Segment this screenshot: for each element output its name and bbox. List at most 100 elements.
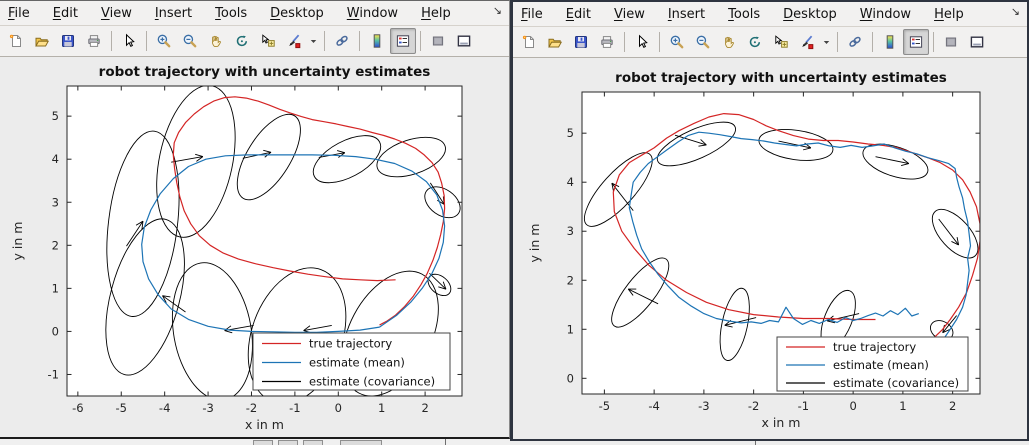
y-tick-label: 1 [52,281,59,295]
save-figure-button[interactable] [568,29,594,55]
menu-help[interactable]: Help [421,6,451,21]
hand-icon [721,34,737,50]
menu-insert[interactable]: Insert [155,6,192,21]
open-folder-icon [547,34,563,50]
zoom-in-button[interactable] [151,28,177,54]
dock-figure-arrow-icon[interactable]: ↘ [1011,5,1020,18]
x-tick-label: -4 [648,399,659,413]
pointer-button[interactable] [629,29,655,55]
toolbar-separator [420,31,421,51]
insert-colorbar-button[interactable] [364,28,390,54]
x-axis-label: x in m [245,417,284,432]
background-widget [303,440,323,445]
x-tick-label: -1 [289,401,300,415]
x-tick-label: -3 [202,401,213,415]
rotate-3d-button[interactable] [742,29,768,55]
menu-file[interactable]: File [521,7,543,22]
pan-button[interactable] [203,28,229,54]
legend-label: true trajectory [833,340,916,354]
menu-window[interactable]: Window [860,7,911,22]
print-figure-button[interactable] [81,28,107,54]
figure-area[interactable]: -5-4-3-2-1012012345robot trajectory with… [513,58,1027,439]
pan-button[interactable] [716,29,742,55]
data-cursor-button[interactable] [768,29,794,55]
zoom-in-icon [156,33,172,49]
menu-tools[interactable]: Tools [728,7,760,22]
menu-view[interactable]: View [101,6,132,21]
data-cursor-icon [260,33,276,49]
brush-menu-caret[interactable] [820,29,833,55]
legend[interactable]: true trajectory estimate (mean) estimate (… [777,337,968,391]
chain-link-icon [334,33,350,49]
figure-area[interactable]: -6-5-4-3-2-1012-1012345robot trajectory … [0,57,509,437]
dock-figure-arrow-icon[interactable]: ↘ [493,4,502,17]
print-figure-button[interactable] [594,29,620,55]
toolbar-separator [933,32,934,52]
zoom-out-button[interactable] [177,28,203,54]
toolbar [0,26,509,57]
pointer-arrow-icon [634,34,650,50]
zoom-out-button[interactable] [690,29,716,55]
menu-tools[interactable]: Tools [215,6,247,21]
plot-title: robot trajectory with uncertainty estima… [615,70,947,86]
hide-plot-tools-button[interactable] [938,29,964,55]
legend[interactable]: true trajectoryestimate (mean)estimate (… [253,333,450,390]
save-figure-button[interactable] [55,28,81,54]
menu-view[interactable]: View [614,7,645,22]
toolbar-separator [659,32,660,52]
legend-label: estimate (covariance) [309,375,435,389]
open-file-button[interactable] [29,28,55,54]
y-axis-label: y in m [10,222,25,261]
background-window-sliver [0,439,510,445]
menu-desktop[interactable]: Desktop [783,7,837,22]
insert-legend-button[interactable] [903,29,929,55]
open-file-button[interactable] [542,29,568,55]
brush-button[interactable] [281,28,307,54]
menu-desktop[interactable]: Desktop [270,6,324,21]
colorbar-icon [369,33,385,49]
open-folder-icon [34,33,50,49]
figure-canvas[interactable]: -6-5-4-3-2-1012-1012345robot trajectory … [0,57,509,437]
insert-colorbar-button[interactable] [877,29,903,55]
menu-file[interactable]: File [8,6,30,21]
link-plot-button[interactable] [329,28,355,54]
legend-label: estimate (mean) [833,358,929,372]
background-widget [340,440,382,445]
brush-button[interactable] [794,29,820,55]
background-widget [278,440,298,445]
zoom-in-button[interactable] [664,29,690,55]
brush-menu-caret[interactable] [307,28,320,54]
rotate-3d-button[interactable] [229,28,255,54]
show-plot-tools-button[interactable] [964,29,990,55]
new-figure-button[interactable] [516,29,542,55]
menu-edit[interactable]: Edit [53,6,78,21]
menu-help[interactable]: Help [934,7,964,22]
data-cursor-button[interactable] [255,28,281,54]
legend-label: estimate (covariance) [833,376,959,390]
link-plot-button[interactable] [842,29,868,55]
insert-legend-button[interactable] [390,28,416,54]
x-tick-label: -5 [599,399,610,413]
zoom-out-icon [182,33,198,49]
y-tick-label: 4 [52,152,59,166]
new-figure-button[interactable] [3,28,29,54]
x-tick-label: -6 [72,401,83,415]
x-tick-label: 1 [378,401,385,415]
screen: File Edit View Insert Tools Desktop Window Help… [0,0,1029,445]
dock-window-icon [969,34,985,50]
pointer-button[interactable] [116,28,142,54]
brush-icon [799,34,815,50]
y-tick-label: 0 [52,324,59,338]
menu-window[interactable]: Window [347,6,398,21]
pointer-arrow-icon [121,33,137,49]
zoom-out-icon [695,34,711,50]
menu-insert[interactable]: Insert [668,7,705,22]
show-plot-tools-button[interactable] [451,28,477,54]
menu-bar: File Edit View Insert Tools Desktop Window Help… [0,1,509,26]
figure-window-right: File Edit View Insert Tools Desktop Window Help… [510,0,1029,441]
new-document-icon [8,33,24,49]
zoom-in-icon [669,34,685,50]
figure-canvas[interactable]: -5-4-3-2-1012012345robot trajectory with… [513,58,1027,439]
menu-edit[interactable]: Edit [566,7,591,22]
hide-plot-tools-button[interactable] [425,28,451,54]
